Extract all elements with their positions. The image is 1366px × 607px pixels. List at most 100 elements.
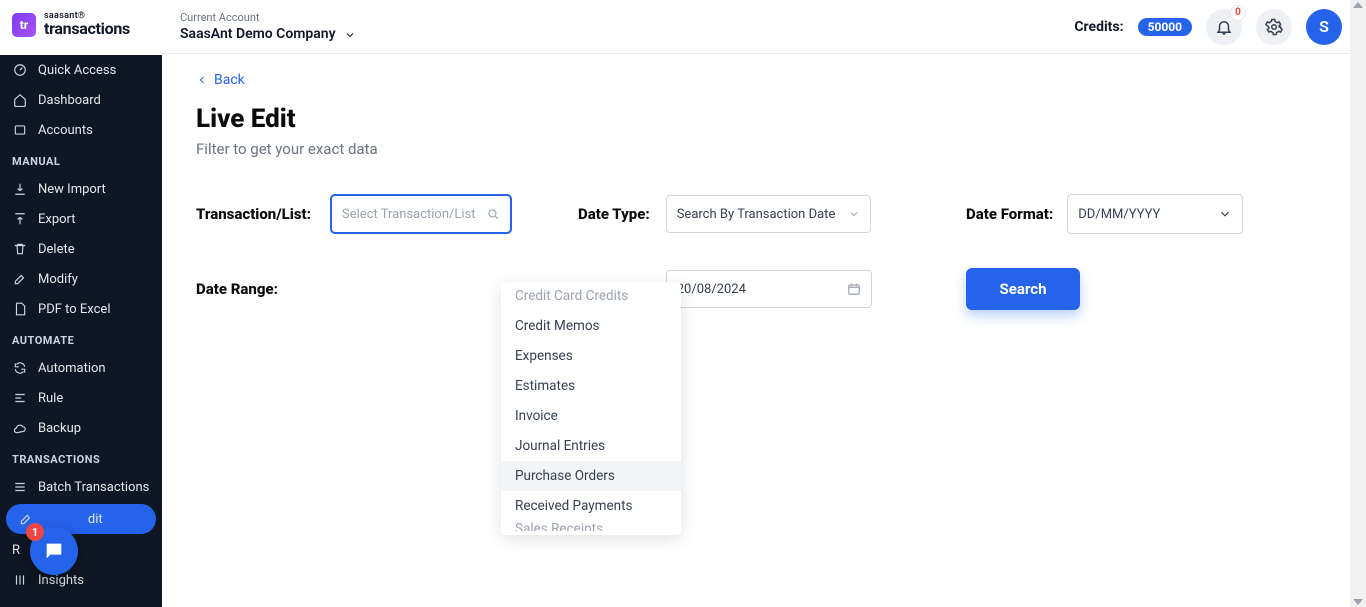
import-icon: [12, 181, 28, 197]
sidebar-item-label: Insights: [38, 573, 84, 588]
sidebar-item-automation[interactable]: Automation: [0, 353, 162, 383]
credits-badge[interactable]: 50000: [1138, 18, 1192, 36]
dropdown-item[interactable]: Invoice: [501, 401, 681, 431]
sliders-icon: [12, 572, 28, 588]
sidebar-group-automate: AUTOMATE: [0, 324, 162, 353]
list-icon: [12, 479, 28, 495]
sidebar-group-manual: MANUAL: [0, 145, 162, 174]
chat-badge: 1: [26, 523, 44, 541]
dropdown-item[interactable]: Purchase Orders: [501, 461, 681, 491]
brand-main: transactions: [44, 21, 130, 37]
sidebar-item-backup[interactable]: Backup: [0, 413, 162, 443]
date-value: 20/08/2024: [677, 282, 746, 297]
edit-icon: [12, 271, 28, 287]
dropdown-item[interactable]: Expenses: [501, 341, 681, 371]
sidebar-item-label: Delete: [38, 242, 75, 257]
sidebar-item-label: New Import: [38, 182, 106, 197]
date-type-select[interactable]: Search By Transaction Date: [666, 195, 871, 233]
search-button[interactable]: Search: [966, 268, 1080, 310]
notification-count: 0: [1230, 5, 1246, 21]
bell-icon: [1215, 18, 1233, 36]
transaction-dropdown[interactable]: Credit Card CreditsCredit MemosExpensesE…: [501, 282, 681, 535]
sidebar-item-modify[interactable]: Modify: [0, 264, 162, 294]
date-format-select[interactable]: DD/MM/YYYY: [1067, 194, 1243, 234]
account-switcher[interactable]: Current Account SaasAnt Demo Company: [180, 11, 354, 42]
chat-fab[interactable]: 1: [30, 527, 78, 575]
chat-icon: [43, 540, 65, 562]
sidebar-item-accounts[interactable]: Accounts: [0, 115, 162, 145]
avatar[interactable]: S: [1306, 9, 1342, 45]
dropdown-item-clipped[interactable]: Credit Card Credits: [501, 286, 681, 311]
back-link[interactable]: Back: [196, 72, 1332, 88]
main-area: Current Account SaasAnt Demo Company Cre…: [162, 0, 1366, 607]
topbar: Current Account SaasAnt Demo Company Cre…: [162, 0, 1366, 54]
select-placeholder: Select Transaction/List: [342, 207, 475, 222]
page-subtitle: Filter to get your exact data: [196, 140, 1332, 158]
cloud-icon: [12, 420, 28, 436]
rule-icon: [12, 390, 28, 406]
sidebar-item-new-import[interactable]: New Import: [0, 174, 162, 204]
sidebar-group-transactions: TRANSACTIONS: [0, 443, 162, 472]
sidebar-item-reports-partial[interactable]: R: [0, 536, 162, 565]
chevron-down-icon: [848, 208, 860, 220]
sidebar-item-delete[interactable]: Delete: [0, 234, 162, 264]
sidebar-item-pdf-excel[interactable]: PDF to Excel: [0, 294, 162, 324]
sidebar-item-label: Accounts: [38, 123, 93, 138]
dropdown-item-clipped[interactable]: Sales Receipts: [501, 521, 681, 531]
sidebar-item-label: Automation: [38, 361, 106, 376]
sidebar-item-label: Export: [38, 212, 76, 227]
sidebar-item-label: Rule: [38, 391, 63, 406]
scrollbar[interactable]: [1350, 0, 1366, 607]
sidebar-item-dashboard[interactable]: Dashboard: [0, 85, 162, 115]
back-label: Back: [214, 72, 245, 88]
sidebar-item-label: PDF to Excel: [38, 302, 110, 317]
sidebar-item-batch-transactions[interactable]: Batch Transactions: [0, 472, 162, 502]
page-title: Live Edit: [196, 104, 1332, 134]
chevron-down-icon: [1218, 207, 1232, 221]
sidebar-item-rule[interactable]: Rule: [0, 383, 162, 413]
sidebar-item-insights[interactable]: Insights: [0, 565, 162, 595]
date-type-label: Date Type:: [578, 205, 650, 223]
export-icon: [12, 211, 28, 227]
sidebar-item-label: Batch Transactions: [38, 480, 149, 495]
date-format-label: Date Format:: [966, 205, 1053, 223]
dropdown-item[interactable]: Journal Entries: [501, 431, 681, 461]
select-value: DD/MM/YYYY: [1078, 207, 1160, 222]
chevron-left-icon: [196, 74, 208, 86]
transaction-list-label: Transaction/List:: [196, 205, 311, 223]
brand-block: tr saasant® transactions: [0, 0, 162, 55]
credits-label: Credits:: [1074, 19, 1123, 35]
account-label: Current Account: [180, 11, 354, 24]
home-icon: [12, 92, 28, 108]
sidebar-item-label: R: [12, 543, 20, 558]
gauge-icon: [12, 62, 28, 78]
sidebar-item-export[interactable]: Export: [0, 204, 162, 234]
account-name: SaasAnt Demo Company: [180, 26, 336, 42]
dropdown-item[interactable]: Credit Memos: [501, 311, 681, 341]
trash-icon: [12, 241, 28, 257]
refresh-icon: [12, 360, 28, 376]
chevron-down-icon: [344, 29, 354, 39]
dropdown-item[interactable]: Received Payments: [501, 491, 681, 521]
search-icon: [486, 207, 500, 221]
settings-button[interactable]: [1256, 9, 1292, 45]
dropdown-item[interactable]: Estimates: [501, 371, 681, 401]
file-icon: [12, 301, 28, 317]
date-to-input[interactable]: 20/08/2024: [666, 270, 872, 308]
content: Back Live Edit Filter to get your exact …: [162, 54, 1366, 362]
select-value: Search By Transaction Date: [677, 207, 836, 222]
brand-text: saasant® transactions: [44, 12, 130, 37]
notifications-button[interactable]: 0: [1206, 9, 1242, 45]
brand-logo: tr: [12, 13, 36, 37]
sidebar: tr saasant® transactions Quick Access Da…: [0, 0, 162, 607]
layers-icon: [12, 122, 28, 138]
sidebar-item-label: Quick Access: [38, 63, 116, 78]
gear-icon: [1265, 18, 1283, 36]
sidebar-item-label: Modify: [38, 272, 78, 287]
transaction-list-select[interactable]: Select Transaction/List: [331, 195, 511, 233]
calendar-icon: [847, 282, 861, 296]
date-range-label: Date Range:: [196, 280, 278, 298]
sidebar-item-label: dit: [88, 512, 103, 527]
sidebar-item-quick-access[interactable]: Quick Access: [0, 55, 162, 85]
sidebar-item-label: Backup: [38, 421, 81, 436]
